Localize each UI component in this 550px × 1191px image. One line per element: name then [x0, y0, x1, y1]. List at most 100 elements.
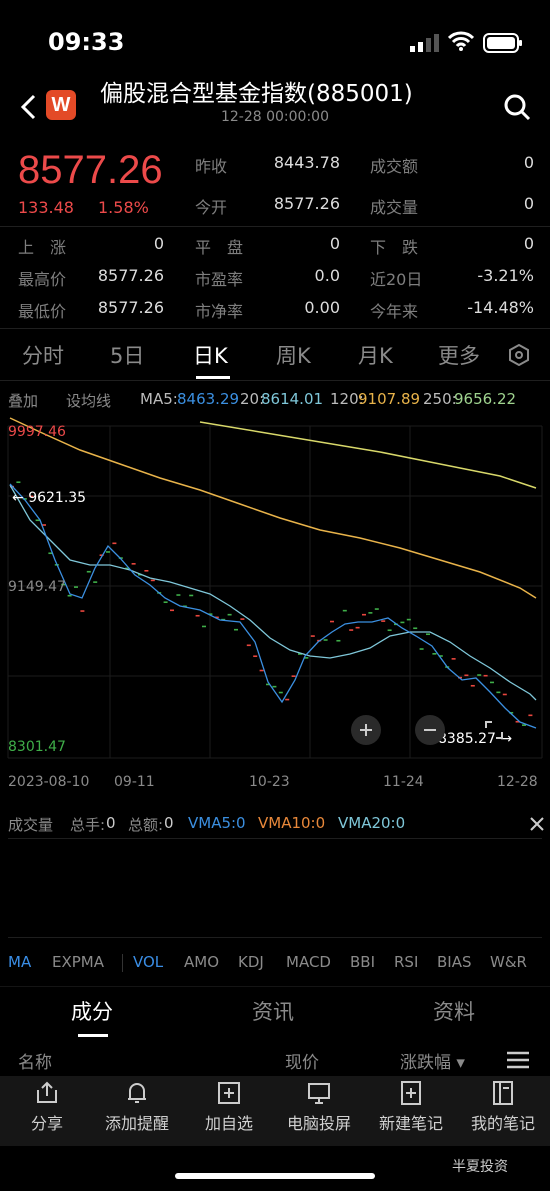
tab-intraday[interactable]: 分时: [22, 340, 64, 370]
monitor-icon: [308, 1083, 330, 1104]
candle-mark: [464, 674, 469, 677]
candle-mark: [131, 563, 136, 565]
overlay-button[interactable]: 叠加: [8, 390, 38, 411]
column-change[interactable]: 涨跌幅 ▾: [400, 1048, 465, 1073]
vma5-value: VMA5:0: [188, 814, 246, 832]
ma250-line: [199, 421, 537, 489]
pe-value: 0.0: [314, 266, 340, 285]
tab-constituents[interactable]: 成分: [71, 996, 113, 1026]
prev-close-label: 昨收: [195, 157, 228, 176]
indicator-vol[interactable]: VOL: [133, 953, 163, 971]
screen-cast-button[interactable]: 电脑投屏: [274, 1080, 364, 1140]
candle-mark: [291, 675, 296, 677]
high-label: 最高价: [18, 270, 67, 289]
candle-mark: [355, 626, 360, 629]
tab-daily-k[interactable]: 日K: [193, 340, 228, 370]
y-axis-low-label: 8301.47: [8, 739, 66, 755]
ma250-label: 250:: [423, 390, 457, 408]
volume-value: 0: [523, 194, 534, 213]
my-notes-label: 我的笔记: [470, 1114, 535, 1133]
candle-mark: [413, 627, 418, 630]
y-axis-high-label: 9997.46: [8, 424, 66, 440]
home-indicator[interactable]: [175, 1173, 375, 1179]
indicator-expma[interactable]: EXPMA: [52, 953, 104, 971]
candle-mark: [240, 618, 245, 620]
total-amt-value: 0: [164, 814, 174, 832]
vma20-value: VMA20:0: [338, 814, 406, 832]
new-note-button[interactable]: 新建笔记: [366, 1080, 456, 1140]
candle-mark: [336, 639, 341, 642]
ma250-value: 9656.22: [454, 390, 517, 408]
candle-mark: [406, 618, 411, 621]
total-amt-label: 总额:: [128, 816, 164, 834]
menu-icon[interactable]: [507, 1050, 529, 1070]
set-ma-button[interactable]: 设均线: [66, 390, 111, 411]
zoom-in-icon[interactable]: [350, 714, 382, 746]
change-percent: 1.58%: [98, 198, 149, 217]
candle-mark: [278, 691, 283, 694]
candle-mark: [374, 608, 379, 610]
tab-news[interactable]: 资讯: [252, 996, 294, 1026]
candle-mark: [112, 542, 117, 545]
candle-mark: [490, 681, 494, 684]
divider: [0, 986, 550, 987]
fullscreen-icon[interactable]: [484, 720, 504, 740]
ma5-label: MA5:: [140, 390, 178, 408]
x-axis-label: 11-24: [383, 774, 424, 790]
candle-mark: [150, 579, 155, 582]
volume-label: 成交量: [370, 198, 419, 217]
candle-mark: [227, 613, 232, 616]
indicator-amo[interactable]: AMO: [184, 953, 219, 971]
candle-mark: [470, 684, 475, 687]
candle-mark: [259, 669, 264, 672]
add-alert-button[interactable]: 添加提醒: [92, 1080, 182, 1140]
column-price[interactable]: 现价: [285, 1048, 319, 1073]
prev-close-value: 8443.78: [273, 153, 340, 172]
bell-icon: [128, 1083, 146, 1103]
tab-profile[interactable]: 资料: [433, 996, 475, 1026]
ma20-value: 8614.01: [261, 390, 324, 408]
note-add-icon: [401, 1081, 421, 1105]
settings-icon[interactable]: [508, 344, 530, 366]
candle-mark: [528, 714, 533, 717]
active-section-indicator: [78, 1034, 108, 1037]
candle-mark: [272, 685, 277, 688]
watermark: 半夏投资: [452, 1159, 508, 1175]
tab-more[interactable]: 更多: [438, 340, 480, 370]
add-watchlist-label: 加自选: [204, 1114, 253, 1133]
tab-monthly-k[interactable]: 月K: [358, 340, 393, 370]
candle-mark: [323, 639, 328, 641]
candle-mark: [195, 614, 200, 617]
tab-weekly-k[interactable]: 周K: [276, 340, 311, 370]
low-label: 最低价: [18, 302, 67, 321]
wifi-icon: [448, 31, 474, 51]
indicator-macd[interactable]: MACD: [286, 953, 331, 971]
high-marker-value: 9621.35: [28, 490, 87, 506]
candle-mark: [80, 610, 85, 612]
candle-mark: [419, 648, 424, 650]
candle-mark: [86, 570, 91, 573]
indicator-bias[interactable]: BIAS: [437, 953, 472, 971]
tab-5day[interactable]: 5日: [110, 340, 144, 370]
indicator-bbi[interactable]: BBI: [350, 953, 375, 971]
indicator-rsi[interactable]: RSI: [394, 953, 418, 971]
my-notes-button[interactable]: 我的笔记: [458, 1080, 548, 1140]
indicator-kdj[interactable]: KDJ: [238, 953, 264, 971]
zoom-out-icon[interactable]: [414, 714, 446, 746]
divider: [122, 954, 123, 972]
pb-label: 市净率: [195, 302, 244, 321]
column-name: 名称: [18, 1053, 52, 1073]
divider: [0, 226, 550, 227]
add-watchlist-button[interactable]: 加自选: [184, 1080, 274, 1140]
ma20-line: [9, 484, 537, 701]
k-line-chart[interactable]: [0, 410, 550, 780]
total-hand-label: 总手:: [70, 816, 106, 834]
indicator-ma[interactable]: MA: [8, 953, 31, 971]
search-icon[interactable]: [502, 92, 532, 122]
share-button[interactable]: 分享: [2, 1080, 92, 1140]
quote-timestamp: 12-28 00:00:00: [220, 109, 329, 125]
close-icon[interactable]: [530, 817, 544, 831]
indicator-wr[interactable]: W&R: [490, 953, 527, 971]
battery-icon: [483, 33, 522, 53]
active-tab-indicator: [196, 376, 230, 379]
